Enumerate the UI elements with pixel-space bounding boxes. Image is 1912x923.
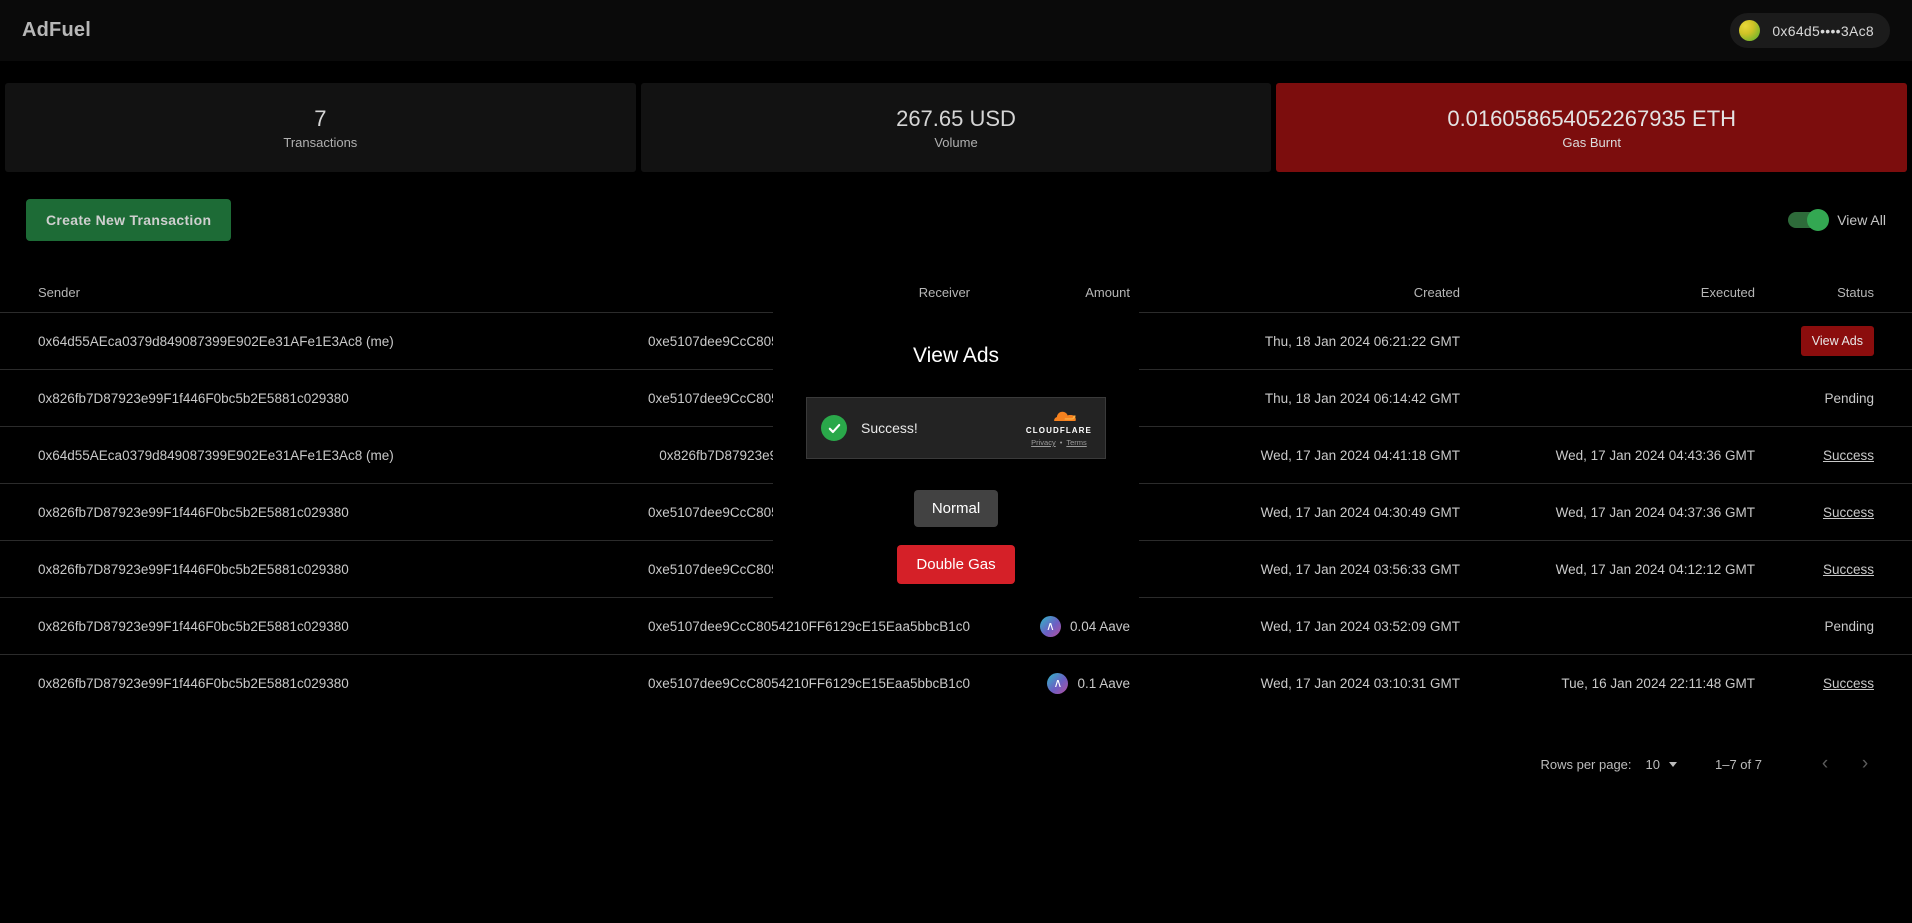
stat-value: 0.016058654052267935 ETH [1447, 105, 1737, 131]
turnstile-status: Success! [821, 415, 918, 441]
success-check-icon [821, 415, 847, 441]
cell-status: Success [1765, 448, 1912, 463]
normal-gas-button[interactable]: Normal [913, 490, 999, 527]
column-header-receiver: Receiver [918, 284, 970, 300]
amount-text: 0.1 Aave [1077, 675, 1130, 691]
app-brand-title: AdFuel [22, 19, 91, 41]
cell-status: Success [1765, 505, 1912, 520]
stat-card-gas-burnt: 0.016058654052267935 ETH Gas Burnt [1276, 83, 1908, 172]
view-all-label: View All [1837, 212, 1886, 228]
stat-value: 267.65 USD [896, 105, 1016, 131]
column-header-created: Created [1413, 284, 1460, 300]
wallet-connect-button[interactable]: 0x64d5••••3Ac8 [1730, 13, 1890, 48]
amount-value-group: ∧ 0.1 Aave [990, 672, 1130, 694]
action-bar: Create New Transaction View All [0, 198, 1912, 242]
pagination-controls: Rows per page: 10 1–7 of 7 ‹ › [1540, 747, 1882, 781]
create-new-transaction-button[interactable]: Create New Transaction [26, 199, 232, 241]
cloudflare-turnstile-widget[interactable]: Success! CLOUDFLARE Privacy • Terms [806, 397, 1106, 459]
app-header: AdFuel 0x64d5••••3Ac8 [0, 0, 1912, 61]
wallet-address-label: 0x64d5••••3Ac8 [1772, 22, 1874, 39]
cell-status: Success [1765, 676, 1912, 691]
aave-token-icon: ∧ [1047, 672, 1069, 694]
cell-sender: 0x64d55AEca0379d849087399E902Ee31AFe1E3A… [38, 447, 394, 463]
view-ads-modal: View Ads Success! CLOUDFLARE Privacy • T… [773, 308, 1139, 606]
wallet-avatar-icon [1739, 20, 1761, 41]
status-success-link[interactable]: Success [1823, 676, 1874, 691]
double-gas-button[interactable]: Double Gas [897, 545, 1015, 584]
cell-receiver: 0xe5107dee9CcC8054210FF6129cE15Eaa5bbcB1… [648, 618, 970, 634]
amount-value-group: ∧ 0.04 Aave [990, 615, 1130, 637]
rows-per-page-label: Rows per page: [1540, 756, 1632, 772]
cell-sender: 0x826fb7D87923e99F1f446F0bc5b2E5881c0293… [38, 504, 349, 520]
view-ads-button[interactable]: View Ads [1800, 326, 1874, 356]
cloudflare-branding: CLOUDFLARE Privacy • Terms [1026, 409, 1092, 447]
pagination-range-label: 1–7 of 7 [1715, 756, 1762, 772]
chevron-down-icon [1669, 761, 1677, 767]
stat-label: Gas Burnt [1562, 135, 1621, 151]
rows-per-page-value: 10 [1645, 756, 1660, 772]
cell-status: View Ads [1765, 326, 1912, 356]
cloudflare-cloud-icon [1054, 411, 1076, 421]
cell-executed: Wed, 17 Jan 2024 04:43:36 GMT [1555, 447, 1755, 463]
cloudflare-wordmark: CLOUDFLARE [1025, 426, 1092, 435]
status-success-link[interactable]: Success [1823, 448, 1874, 463]
cell-created: Wed, 17 Jan 2024 04:30:49 GMT [1260, 504, 1460, 520]
amount-text: 0.04 Aave [1069, 618, 1130, 634]
cell-executed: Wed, 17 Jan 2024 04:12:12 GMT [1555, 561, 1755, 577]
cloudflare-legal-links: Privacy • Terms [1031, 438, 1087, 447]
column-header-executed: Executed [1700, 284, 1755, 300]
cell-status: Success [1765, 562, 1912, 577]
cell-executed: Wed, 17 Jan 2024 04:37:36 GMT [1555, 504, 1755, 520]
previous-page-icon[interactable]: ‹ [1808, 747, 1842, 781]
app-root: AdFuel 0x64d5••••3Ac8 7 Transactions 267… [0, 0, 1912, 923]
cell-receiver: 0xe5107dee9CcC8054210FF6129cE15Eaa5bbcB1… [648, 675, 970, 691]
stat-label: Volume [934, 135, 978, 151]
cell-status: Pending [1765, 391, 1912, 406]
cell-amount: ∧ 0.1 Aave [980, 672, 1140, 694]
cell-created: Wed, 17 Jan 2024 03:56:33 GMT [1260, 561, 1460, 577]
terms-link[interactable]: Terms [1066, 438, 1086, 447]
rows-per-page-select[interactable]: 10 [1646, 757, 1677, 772]
modal-title: View Ads [913, 344, 999, 367]
cell-sender: 0x826fb7D87923e99F1f446F0bc5b2E5881c0293… [38, 618, 349, 634]
cell-created: Thu, 18 Jan 2024 06:14:42 GMT [1264, 390, 1460, 406]
cell-executed: Tue, 16 Jan 2024 22:11:48 GMT [1561, 675, 1755, 691]
link-separator: • [1059, 438, 1063, 447]
column-header-sender: Sender [38, 284, 80, 300]
table-header-row: Sender Receiver Amount Created Executed … [0, 272, 1912, 312]
column-header-status: Status [1837, 284, 1874, 300]
status-success-link[interactable]: Success [1823, 505, 1874, 520]
privacy-link[interactable]: Privacy [1031, 438, 1056, 447]
cell-sender: 0x826fb7D87923e99F1f446F0bc5b2E5881c0293… [38, 675, 349, 691]
cell-status: Pending [1765, 619, 1912, 634]
cell-created: Wed, 17 Jan 2024 03:10:31 GMT [1260, 675, 1460, 691]
stat-label: Transactions [283, 135, 358, 151]
cell-amount: ∧ 0.04 Aave [980, 615, 1140, 637]
status-pending-label: Pending [1824, 390, 1874, 406]
next-page-icon[interactable]: › [1848, 747, 1882, 781]
view-all-switch-knob [1807, 209, 1830, 231]
aave-token-icon: ∧ [1039, 615, 1061, 637]
cell-created: Wed, 17 Jan 2024 03:52:09 GMT [1260, 618, 1460, 634]
cell-sender: 0x64d55AEca0379d849087399E902Ee31AFe1E3A… [38, 333, 394, 349]
cell-created: Wed, 17 Jan 2024 04:41:18 GMT [1260, 447, 1460, 463]
cell-sender: 0x826fb7D87923e99F1f446F0bc5b2E5881c0293… [38, 390, 349, 406]
stats-row: 7 Transactions 267.65 USD Volume 0.01605… [0, 83, 1912, 172]
table-row: 0x826fb7D87923e99F1f446F0bc5b2E5881c0293… [0, 654, 1912, 711]
stat-card-transactions: 7 Transactions [5, 83, 636, 172]
turnstile-status-text: Success! [861, 420, 918, 436]
view-all-toggle[interactable]: View All [1788, 209, 1886, 231]
cell-created: Thu, 18 Jan 2024 06:21:22 GMT [1264, 333, 1460, 349]
column-header-amount: Amount [1085, 284, 1130, 300]
view-all-switch-track[interactable] [1788, 209, 1830, 231]
status-success-link[interactable]: Success [1823, 562, 1874, 577]
status-pending-label: Pending [1824, 618, 1874, 634]
stat-card-volume: 267.65 USD Volume [640, 83, 1272, 172]
stat-value: 7 [314, 105, 327, 131]
cell-sender: 0x826fb7D87923e99F1f446F0bc5b2E5881c0293… [38, 561, 349, 577]
